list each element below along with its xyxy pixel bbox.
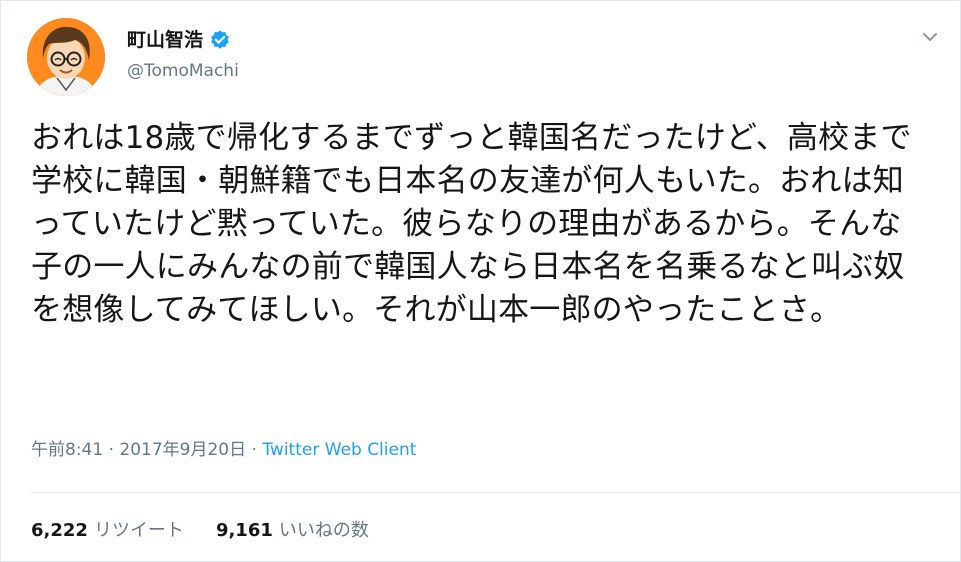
retweet-stat[interactable]: 6,222 リツイート [31, 518, 184, 544]
chevron-down-icon[interactable] [920, 27, 940, 47]
like-label: いいねの数 [278, 520, 369, 541]
meta-separator: · [251, 440, 257, 460]
tweet-time[interactable]: 午前8:41 [31, 440, 103, 460]
tweet-metadata: 午前8:41 · 2017年9月20日 · Twitter Web Client [31, 438, 416, 462]
display-name-text: 町山智浩 [127, 29, 204, 51]
like-count: 9,161 [215, 520, 273, 541]
tweet-stats: 6,222 リツイート 9,161 いいねの数 [31, 518, 369, 544]
display-name[interactable]: 町山智浩 [127, 27, 231, 53]
avatar-illustration [27, 18, 105, 96]
tweet-text: おれは18歳で帰化するまでずっと韓国名だったけど、高校まで学校に韓国・朝鮮籍でも… [31, 120, 912, 328]
retweet-label: リツイート [93, 520, 184, 541]
meta-separator: · [108, 440, 114, 460]
verified-badge-icon [211, 30, 229, 49]
tweet-client-link[interactable]: Twitter Web Client [262, 440, 416, 460]
avatar[interactable] [27, 18, 105, 96]
like-stat[interactable]: 9,161 いいねの数 [216, 518, 369, 544]
tweet-card: 町山智浩 @TomoMachi おれは18歳で帰化するまでずっと韓国名だったけど… [0, 0, 961, 562]
tweet-date[interactable]: 2017年9月20日 [119, 440, 246, 460]
user-handle[interactable]: @TomoMachi [127, 59, 239, 83]
divider [31, 492, 960, 493]
retweet-count: 6,222 [31, 520, 88, 541]
